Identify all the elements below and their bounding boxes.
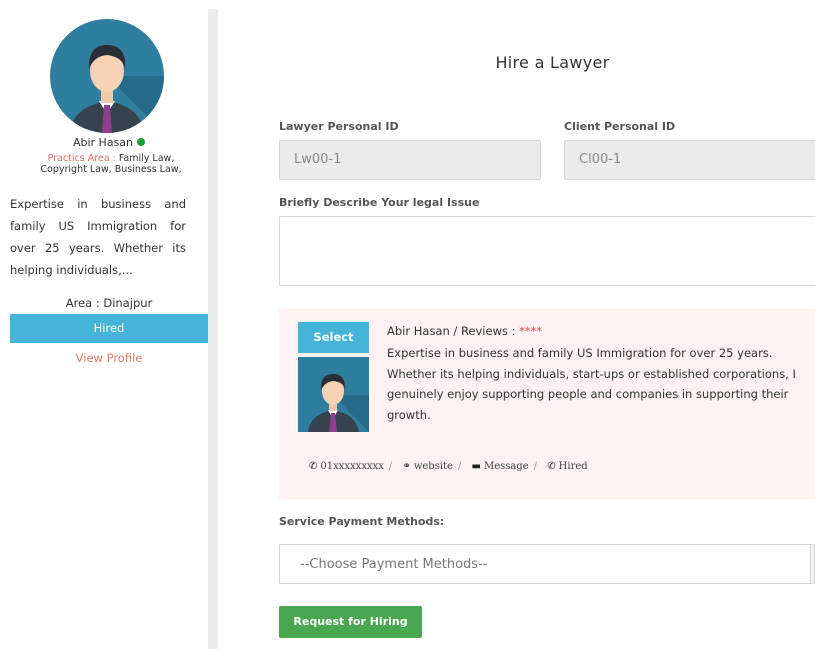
client-id-label: Client Personal ID [564,120,676,133]
lawyer-area: Area : Dinajpur [65,296,153,310]
client-id-input[interactable]: Cl00-1 [564,140,815,180]
select-button[interactable]: Select [298,322,369,353]
select-arrow-icon[interactable] [810,545,814,583]
payment-methods-label: Service Payment Methods: [279,515,445,528]
contact-row: ✆ 01xxxxxxxxx / ⚭ website / ▬ Message / ✆ Hired [309,461,588,472]
message-link[interactable]: Message [484,461,529,472]
message-icon: ▬ [471,461,481,472]
lawyer-id-label: Lawyer Personal ID [279,120,399,133]
payment-methods-placeholder: --Choose Payment Methods-- [300,557,488,572]
card-description: Expertise in business and family US Immi… [387,346,796,422]
payment-methods-select[interactable]: --Choose Payment Methods-- [279,544,815,584]
online-status-icon [137,138,146,146]
phone-icon: ✆ [309,461,318,472]
hired-status-button[interactable]: Hired [10,314,208,343]
review-stars: **** [519,324,543,338]
contact-separator: / [388,461,393,472]
phone-number[interactable]: 01xxxxxxxxx [320,461,383,472]
card-lawyer-heading: Abir Hasan / Reviews : **** [387,324,542,338]
lawyer-summary-card: Abir Hasan Practics Area : Family Law, C… [10,9,208,649]
page-title: Hire a Lawyer [495,53,610,72]
practice-area-label: Practics Area : [47,153,116,164]
lawyer-name-text: Abir Hasan [72,136,134,149]
view-profile-link[interactable]: View Profile [10,351,208,365]
hired-link[interactable]: Hired [559,461,588,472]
legal-issue-label: Briefly Describe Your legal Issue [279,196,480,209]
avatar [50,19,164,133]
lawyer-bio: Expertise in business and family US Immi… [10,197,186,277]
lawyer-card: Select Abir Hasan / Reviews : **** Exper… [279,309,815,499]
lawyer-thumbnail [298,357,369,432]
lawyer-sidebar: Abir Hasan Practics Area : Family Law, C… [10,9,218,649]
card-name-reviews: Abir Hasan / Reviews : [387,324,516,338]
lawyer-id-input[interactable]: Lw00-1 [279,140,541,180]
contact-separator: / [533,461,538,472]
contact-separator: / [457,461,462,472]
avatar-icon [70,45,164,133]
link-icon: ⚭ [402,461,411,472]
practice-area: Practics Area : Family Law, Copyright La… [26,153,196,175]
legal-issue-textarea[interactable] [279,216,815,286]
lawyer-name: Abir Hasan [10,136,208,149]
avatar-icon [308,374,369,432]
request-hiring-button[interactable]: Request for Hiring [279,606,422,638]
hired-icon: ✆ [547,461,556,472]
website-link[interactable]: website [414,461,453,472]
